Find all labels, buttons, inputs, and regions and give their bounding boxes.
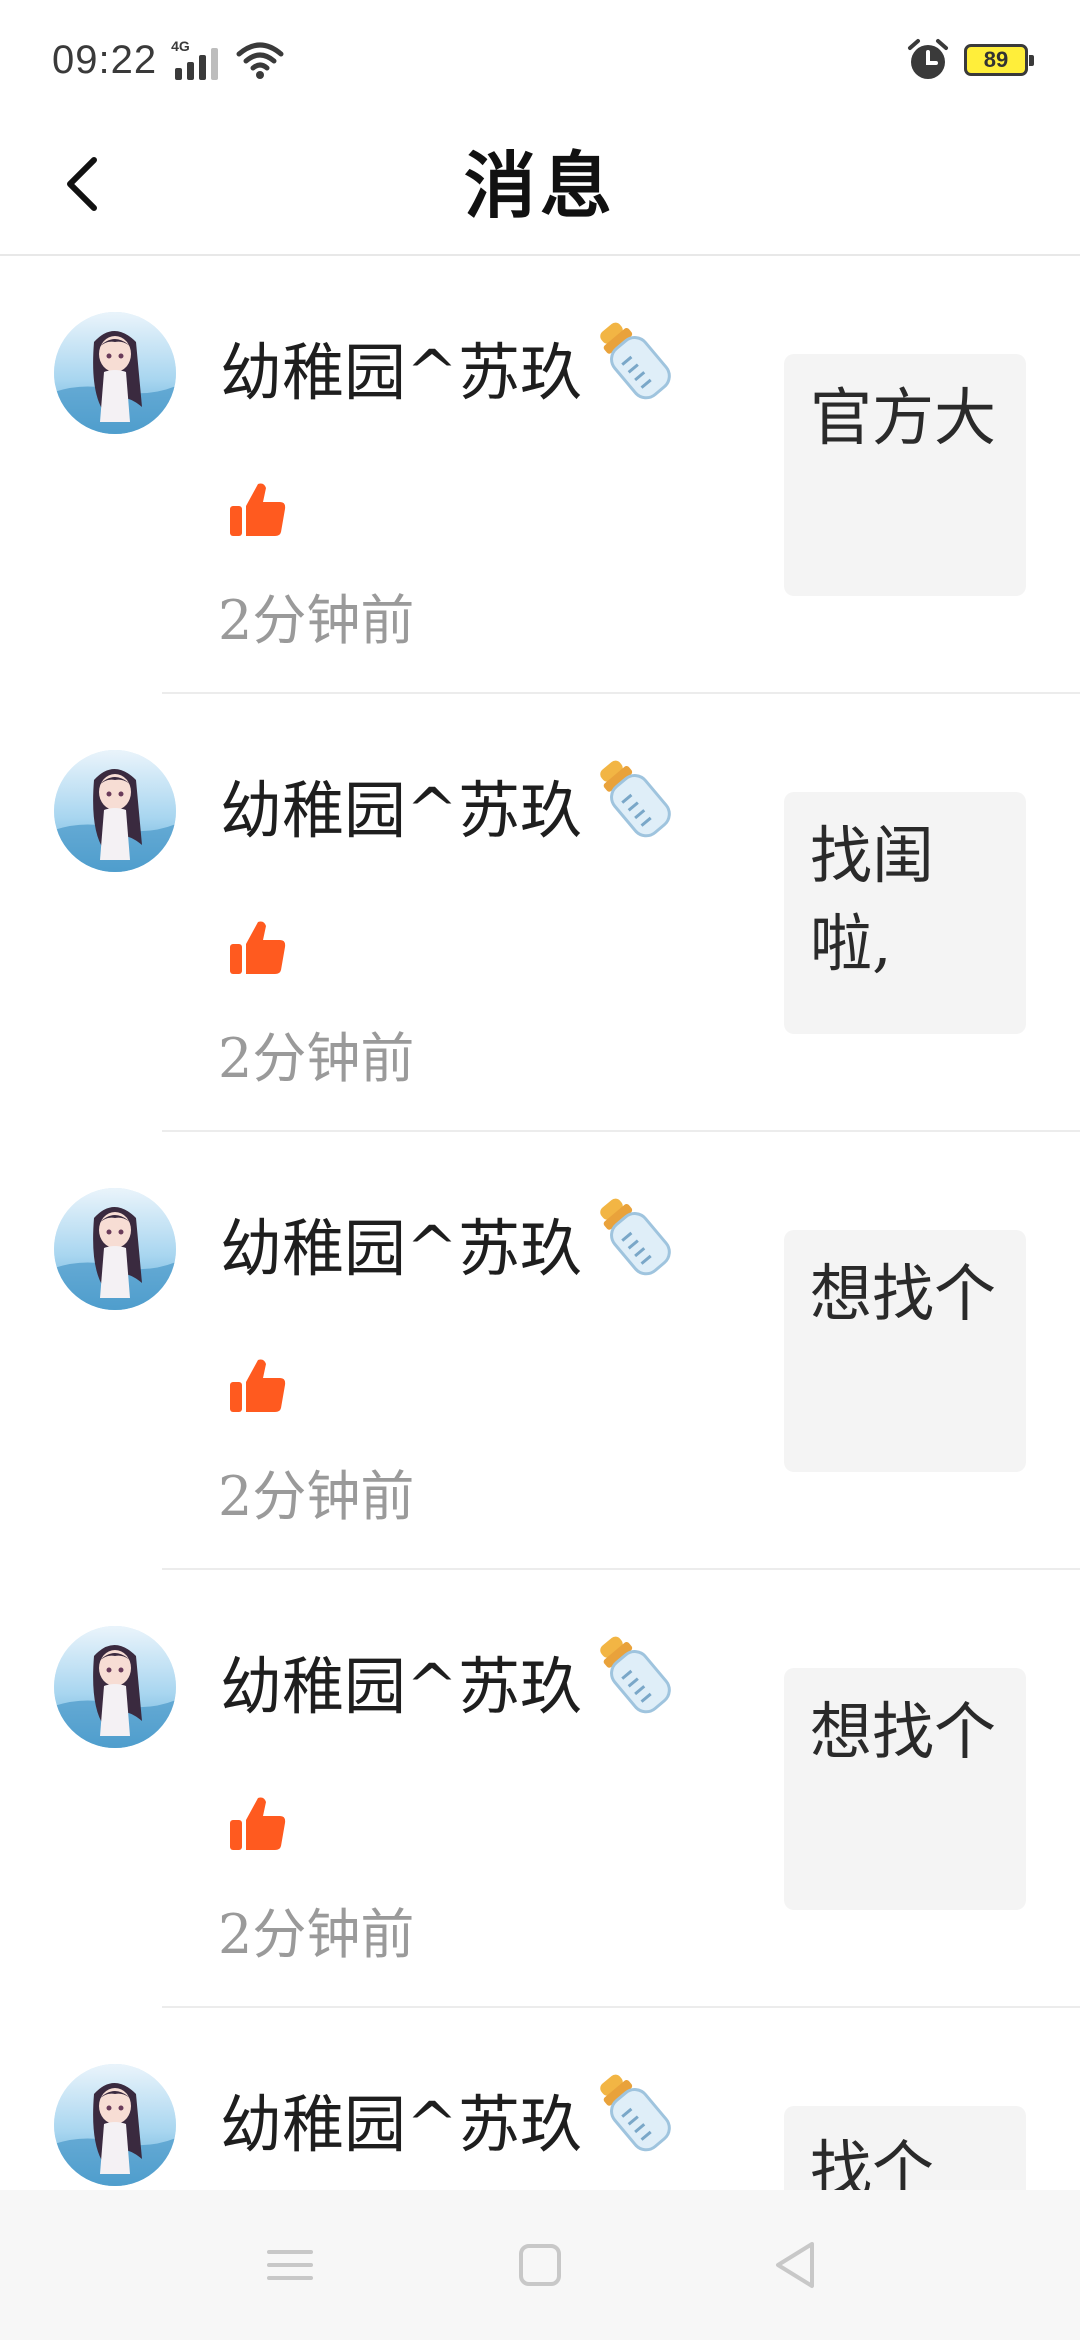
message-time: 2分钟前 <box>218 1027 415 1090</box>
username[interactable]: 幼稚园^苏玖 <box>220 1198 682 1288</box>
alarm-icon <box>908 39 948 79</box>
message-item[interactable]: 幼稚园^苏玖 2分钟前 想找个 <box>0 1570 1080 2008</box>
username-text: 幼稚园^苏玖 <box>220 336 582 409</box>
back-triangle-icon[interactable] <box>760 2230 830 2300</box>
message-item[interactable]: 幼稚园^苏玖 2分钟前 想找个 <box>0 1132 1080 1570</box>
messages-screen: 09:22 4G 89 消息 幼稚园^苏玖 2分钟前 官方大 幼稚园^苏玖 2分… <box>0 0 1080 2340</box>
thumbs-up-icon <box>226 1354 290 1418</box>
status-bar: 09:22 4G 89 <box>0 0 1080 120</box>
baby-bottle-icon <box>586 750 682 846</box>
baby-bottle-icon <box>586 1626 682 1722</box>
status-right: 89 <box>906 38 1034 82</box>
avatar[interactable] <box>54 2064 176 2186</box>
wifi-icon <box>236 42 284 79</box>
avatar[interactable] <box>54 1188 176 1310</box>
message-time: 2分钟前 <box>218 589 415 652</box>
message-item[interactable]: 幼稚园^苏玖 2分钟前 官方大 <box>0 256 1080 694</box>
username[interactable]: 幼稚园^苏玖 <box>220 760 682 850</box>
status-time: 09:22 <box>52 37 158 82</box>
avatar[interactable] <box>54 312 176 434</box>
baby-bottle-icon <box>586 312 682 408</box>
username-text: 幼稚园^苏玖 <box>220 774 582 847</box>
battery-level: 89 <box>983 47 1009 72</box>
username[interactable]: 幼稚园^苏玖 <box>220 322 682 412</box>
username-text: 幼稚园^苏玖 <box>220 2088 582 2161</box>
thumbs-up-icon <box>226 478 290 542</box>
home-square-icon[interactable] <box>505 2230 575 2300</box>
username[interactable]: 幼稚园^苏玖 <box>220 2074 682 2164</box>
system-nav-bar <box>0 2190 1080 2340</box>
message-time: 2分钟前 <box>218 1465 415 1528</box>
baby-bottle-icon <box>586 1188 682 1284</box>
thumbs-up-icon <box>226 1792 290 1856</box>
header: 消息 <box>0 120 1080 256</box>
avatar[interactable] <box>54 750 176 872</box>
signal-icon: 4G <box>171 38 221 80</box>
battery-icon: 89 <box>964 44 1034 76</box>
post-preview[interactable]: 想找个 <box>784 1668 1026 1910</box>
message-time: 2分钟前 <box>218 1903 415 1966</box>
baby-bottle-icon <box>586 2064 682 2160</box>
post-preview[interactable]: 官方大 <box>784 354 1026 596</box>
username-text: 幼稚园^苏玖 <box>220 1650 582 1723</box>
avatar[interactable] <box>54 1626 176 1748</box>
status-left: 09:22 4G <box>52 38 285 83</box>
post-preview[interactable]: 想找个 <box>784 1230 1026 1472</box>
thumbs-up-icon <box>226 916 290 980</box>
post-preview[interactable]: 找闺啦, <box>784 792 1026 1034</box>
username[interactable]: 幼稚园^苏玖 <box>220 1636 682 1726</box>
menu-icon[interactable] <box>255 2230 325 2300</box>
message-item[interactable]: 幼稚园^苏玖 2分钟前 找闺啦, <box>0 694 1080 1132</box>
message-list: 幼稚园^苏玖 2分钟前 官方大 幼稚园^苏玖 2分钟前 找闺啦, 幼稚园^苏玖 … <box>0 256 1080 2340</box>
username-text: 幼稚园^苏玖 <box>220 1212 582 1285</box>
page-title: 消息 <box>463 143 616 228</box>
